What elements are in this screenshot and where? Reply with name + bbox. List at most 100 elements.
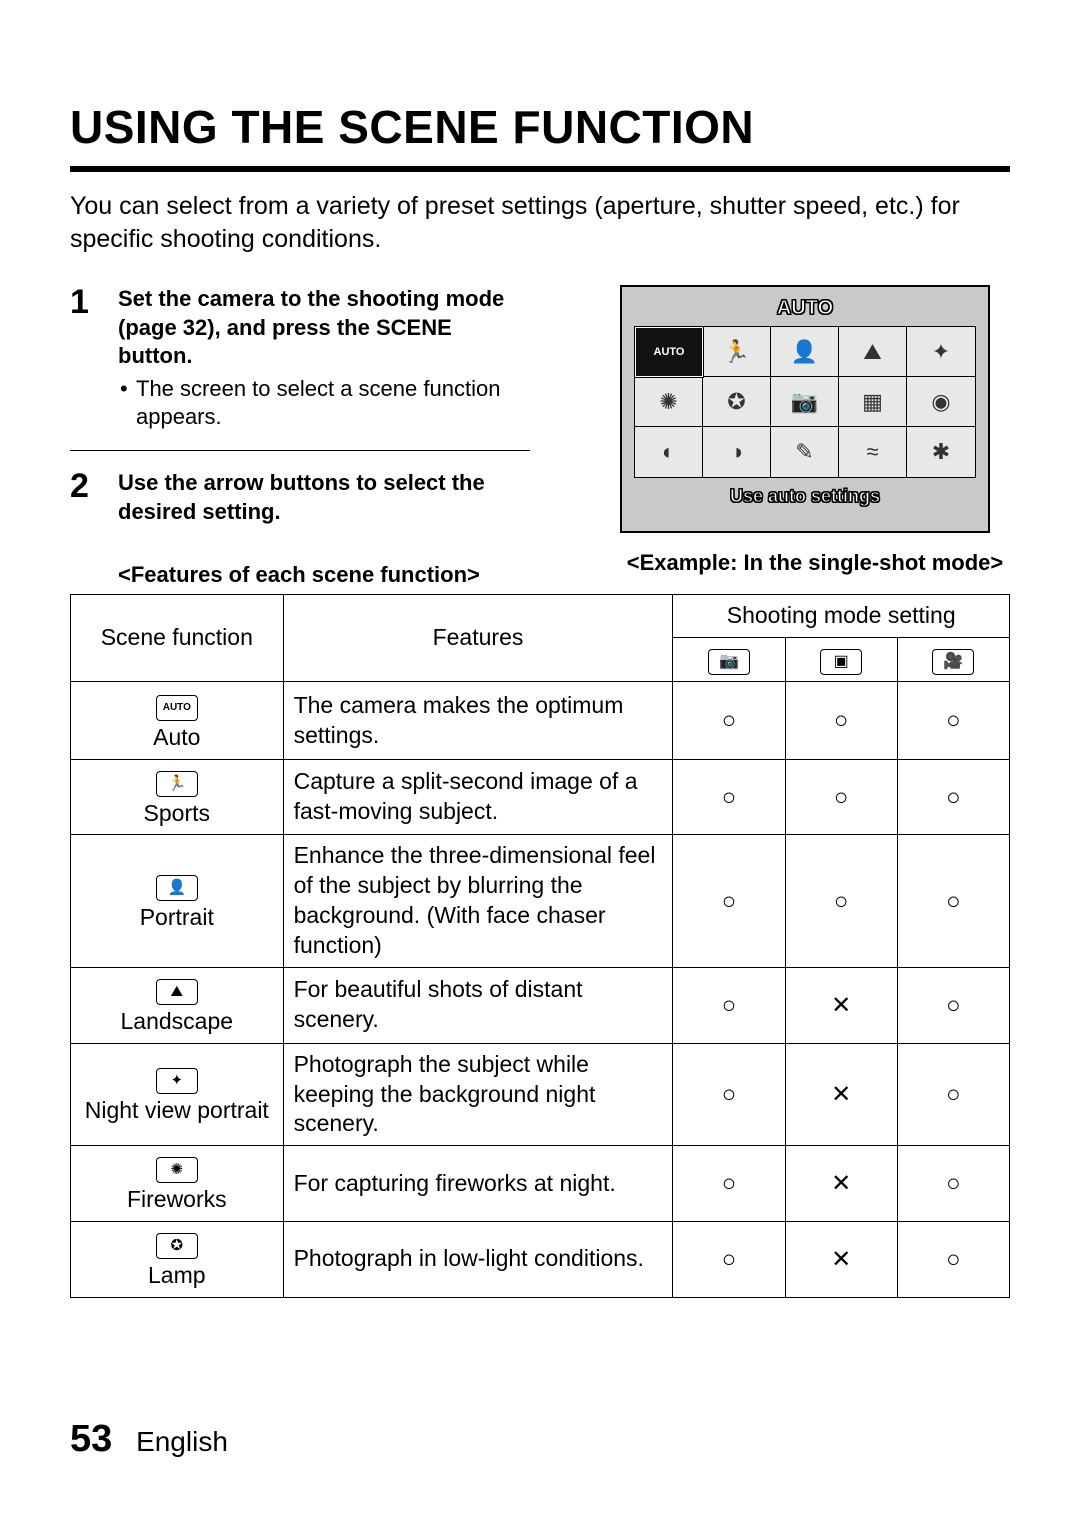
intro-text: You can select from a variety of preset … [70, 190, 1010, 255]
generic-icon: ▦ [862, 389, 883, 415]
sports-icon: 🏃 [723, 339, 750, 365]
scene-cell-icon: ✱ [907, 427, 975, 477]
scene-cell-icon: 👤 [771, 327, 839, 377]
page-footer: 53 English [70, 1418, 228, 1461]
scene-feature: Enhance the three-dimensional feel of th… [283, 835, 673, 968]
sequential-icon: ▣ [820, 649, 862, 675]
supported-icon: ○ [722, 992, 737, 1019]
mode-support-cell: ✕ [785, 1146, 897, 1222]
mode-support-cell: ✕ [785, 1043, 897, 1146]
generic-icon: 📷 [791, 389, 818, 415]
scene-grid: AUTO 🏃 👤 ⛰ ✦ ✺ ✪ 📷 ▦ ◉ ◐ ◑ ✎ ≈ ✱ [634, 326, 976, 478]
table-row: ✺FireworksFor capturing fireworks at nig… [71, 1146, 1010, 1222]
step-heading: Use the arrow buttons to select the desi… [118, 469, 530, 526]
scene-cell-icon: ◑ [703, 427, 771, 477]
supported-icon: ○ [946, 1081, 961, 1108]
mode-support-cell: ○ [673, 682, 785, 759]
lamp-icon: ✪ [727, 389, 745, 415]
step-number: 1 [70, 285, 98, 432]
scene-icon: 🏃 [156, 771, 198, 797]
supported-icon: ○ [834, 707, 849, 734]
supported-icon: ○ [834, 888, 849, 915]
supported-icon: ○ [946, 992, 961, 1019]
supported-icon: ○ [946, 1170, 961, 1197]
scene-icon: ✦ [156, 1068, 198, 1094]
scene-icon: 👤 [156, 875, 198, 901]
mode-support-cell: ○ [897, 682, 1009, 759]
scene-feature: Photograph the subject while keeping the… [283, 1043, 673, 1146]
step-subtext: The screen to select a scene function ap… [118, 375, 530, 432]
scene-cell-icon: 🏃 [703, 327, 771, 377]
table-row: 🏃SportsCapture a split-second image of a… [71, 759, 1010, 835]
th-modes: Shooting mode setting [673, 595, 1010, 638]
mode-support-cell: ✕ [785, 1222, 897, 1298]
supported-icon: ○ [946, 888, 961, 915]
scene-icon: ✺ [156, 1157, 198, 1183]
table-caption: <Features of each scene function> [118, 562, 580, 588]
scene-feature: For beautiful shots of distant scenery. [283, 968, 673, 1044]
scene-name: Night view portrait [81, 1096, 273, 1126]
scene-cell-icon: ◉ [907, 377, 975, 427]
scene-cell-icon: ✪ [703, 377, 771, 427]
supported-icon: ○ [722, 1246, 737, 1273]
page-number: 53 [70, 1418, 112, 1460]
scene-name: Lamp [81, 1261, 273, 1291]
mode-support-cell: ○ [673, 835, 785, 968]
scene-cell-icon: ◐ [635, 427, 703, 477]
fireworks-icon: ✺ [659, 389, 677, 415]
mode-support-cell: ○ [673, 1222, 785, 1298]
th-scene: Scene function [71, 595, 284, 682]
figure-caption: <Example: In the single-shot mode> [620, 549, 1010, 578]
scene-name: Sports [81, 799, 273, 829]
generic-icon: ◉ [931, 389, 950, 415]
supported-icon: ○ [722, 1081, 737, 1108]
th-mode-sequential: ▣ [785, 638, 897, 682]
page-language: English [136, 1426, 228, 1457]
scene-menu-footer: Use auto settings [634, 486, 976, 507]
page-title: USING THE SCENE FUNCTION [70, 100, 1010, 172]
scene-icon: ✪ [156, 1233, 198, 1259]
scene-cell-icon: ✺ [635, 377, 703, 427]
mode-support-cell: ○ [673, 1043, 785, 1146]
mode-support-cell: ○ [897, 1222, 1009, 1298]
step-heading: Set the camera to the shooting mode (pag… [118, 285, 530, 371]
scene-feature: For capturing fireworks at night. [283, 1146, 673, 1222]
scene-menu-header: AUTO [634, 297, 976, 320]
scene-cell-icon: ⛰ [839, 327, 907, 377]
table-row: 👤PortraitEnhance the three-dimensional f… [71, 835, 1010, 968]
th-mode-video: 🎥 [897, 638, 1009, 682]
scene-feature: The camera makes the optimum settings. [283, 682, 673, 759]
scene-cell-icon: ✦ [907, 327, 975, 377]
mode-support-cell: ○ [897, 1146, 1009, 1222]
scene-name-cell: ✺Fireworks [71, 1146, 284, 1222]
scene-icon: ⛰ [156, 979, 198, 1005]
supported-icon: ○ [722, 1170, 737, 1197]
unsupported-icon: ✕ [831, 1170, 851, 1197]
scene-name: Auto [81, 723, 273, 753]
mode-support-cell: ○ [673, 968, 785, 1044]
supported-icon: ○ [946, 1246, 961, 1273]
table-row: AUTOAuto The camera makes the optimum set… [71, 682, 1010, 759]
scene-name: Fireworks [81, 1185, 273, 1215]
table-row: ✪LampPhotograph in low-light conditions.… [71, 1222, 1010, 1298]
scene-icon: AUTO [156, 695, 198, 721]
mode-support-cell: ○ [897, 968, 1009, 1044]
mode-support-cell: ○ [785, 835, 897, 968]
th-mode-single: 📷 [673, 638, 785, 682]
generic-icon: ≈ [866, 439, 878, 465]
th-features: Features [283, 595, 673, 682]
landscape-icon: ⛰ [863, 339, 881, 365]
video-icon: 🎥 [932, 649, 974, 675]
mode-support-cell: ✕ [785, 968, 897, 1044]
portrait-icon: 👤 [791, 339, 818, 365]
scene-name-cell: 🏃Sports [71, 759, 284, 835]
generic-icon: ◐ [662, 439, 675, 465]
table-row: ✦Night view portrait Photograph the subje… [71, 1043, 1010, 1146]
step-number: 2 [70, 469, 98, 526]
scene-feature: Capture a split-second image of a fast-m… [283, 759, 673, 835]
mode-support-cell: ○ [785, 682, 897, 759]
scene-cell-icon: ≈ [839, 427, 907, 477]
generic-icon: ✱ [932, 439, 950, 465]
unsupported-icon: ✕ [831, 992, 851, 1019]
step-1: 1 Set the camera to the shooting mode (p… [70, 285, 530, 451]
